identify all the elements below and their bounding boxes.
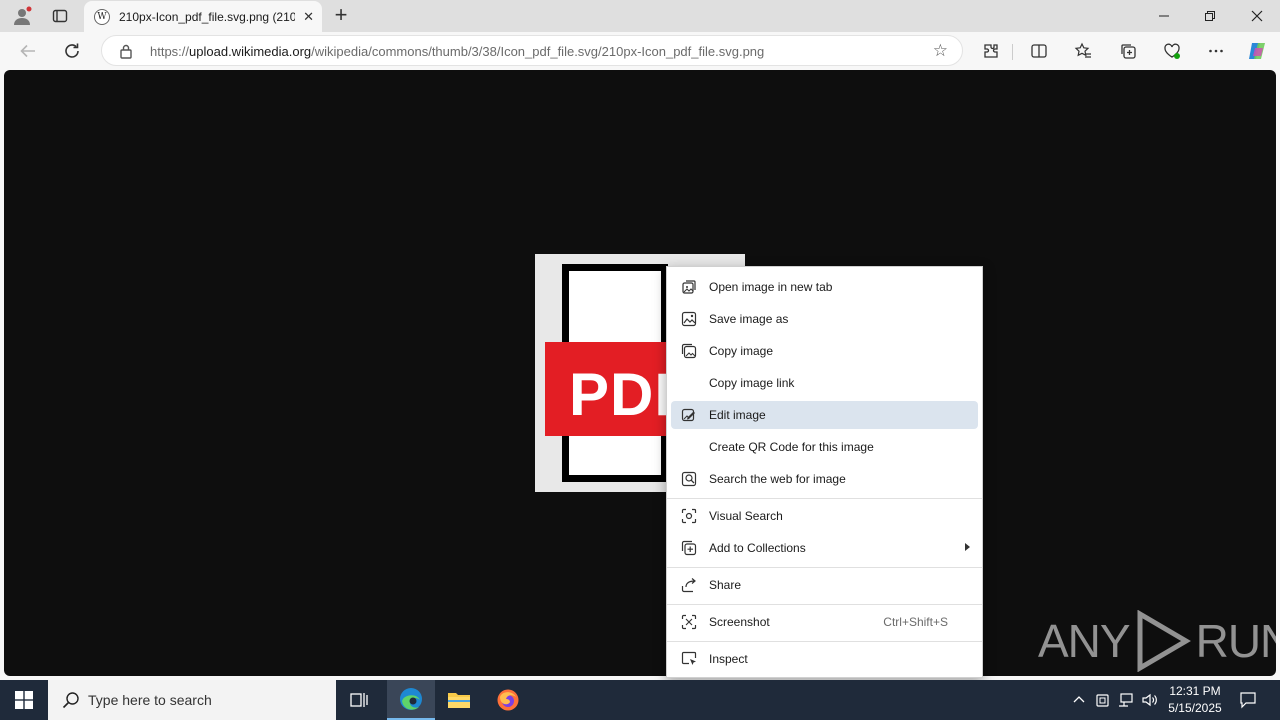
lock-icon[interactable] (119, 43, 133, 62)
edge-taskbar-icon[interactable] (387, 680, 435, 720)
menu-label: Screenshot (709, 615, 770, 629)
file-explorer-icon[interactable] (435, 680, 483, 720)
menu-separator (667, 567, 982, 568)
menu-save-image-as[interactable]: Save image as (671, 305, 978, 333)
menu-edit-image[interactable]: Edit image (671, 401, 978, 429)
volume-icon[interactable] (1139, 680, 1161, 720)
tab-close-icon[interactable]: ✕ (303, 9, 314, 25)
profile-icon[interactable] (11, 5, 33, 27)
network-icon[interactable] (1115, 680, 1137, 720)
submenu-arrow-icon (965, 543, 970, 551)
inspect-icon (681, 651, 697, 667)
restore-button[interactable] (1187, 0, 1233, 32)
menu-copy-image-link[interactable]: Copy image link (671, 369, 978, 397)
watermark-right: RUN (1195, 615, 1280, 667)
taskbar: Type here to search 12:31 PM 5/15/2025 (0, 680, 1280, 720)
meet-now-icon[interactable] (1092, 680, 1114, 720)
menu-visual-search[interactable]: Visual Search (671, 502, 978, 530)
favorite-star-icon[interactable]: ☆ (933, 41, 948, 61)
collections-icon (681, 540, 697, 556)
watermark-left: ANY (1038, 615, 1131, 667)
collections-toolbar-icon[interactable] (1117, 40, 1139, 62)
search-web-image-icon (681, 471, 697, 487)
refresh-button[interactable] (60, 40, 84, 62)
task-view-icon[interactable] (336, 680, 384, 720)
address-bar[interactable]: https://upload.wikimedia.org/wikipedia/c… (101, 35, 963, 66)
tab-active[interactable]: W 210px-Icon_pdf_file.svg.png (210 ✕ (84, 1, 322, 32)
taskbar-search-box[interactable]: Type here to search (48, 680, 336, 720)
url-prefix: https:// (150, 44, 190, 59)
back-button[interactable] (16, 40, 40, 62)
open-new-tab-icon (681, 279, 697, 295)
firefox-icon[interactable] (484, 680, 532, 720)
menu-screenshot[interactable]: Screenshot Ctrl+Shift+S (671, 608, 978, 636)
system-clock[interactable]: 12:31 PM 5/15/2025 (1160, 683, 1230, 717)
context-menu: Open image in new tab Save image as Copy… (666, 266, 983, 678)
search-placeholder: Type here to search (88, 692, 212, 708)
menu-label: Copy image link (709, 376, 795, 390)
menu-add-to-collections[interactable]: Add to Collections (671, 534, 978, 562)
menu-create-qr-code[interactable]: Create QR Code for this image (671, 433, 978, 461)
clock-date: 5/15/2025 (1168, 701, 1222, 715)
share-icon (681, 577, 697, 593)
menu-label: Visual Search (709, 509, 783, 523)
menu-separator (667, 604, 982, 605)
watermark-play-icon (1137, 610, 1191, 672)
screenshot-icon (681, 614, 697, 630)
url-host: upload.wikimedia.org (189, 44, 312, 59)
extensions-icon[interactable] (980, 40, 1002, 62)
navigation-bar: https://upload.wikimedia.org/wikipedia/c… (0, 32, 1280, 70)
save-image-icon (681, 311, 697, 327)
menu-label: Create QR Code for this image (709, 440, 874, 454)
wikimedia-favicon-icon: W (94, 8, 110, 25)
menu-shortcut: Ctrl+Shift+S (883, 615, 948, 629)
notifications-icon[interactable] (1236, 680, 1260, 720)
menu-label: Save image as (709, 312, 789, 326)
menu-separator (667, 498, 982, 499)
menu-label: Edit image (709, 408, 766, 422)
menu-open-image-new-tab[interactable]: Open image in new tab (671, 273, 978, 301)
menu-separator (667, 641, 982, 642)
url-text: https://upload.wikimedia.org/wikipedia/c… (150, 44, 764, 59)
toolbar-divider (1012, 44, 1013, 60)
page-viewport[interactable]: PDF (4, 70, 1276, 676)
visual-search-icon (681, 508, 697, 524)
more-menu-icon[interactable] (1205, 40, 1227, 62)
url-path: /wikipedia/commons/thumb/3/38/Icon_pdf_f… (311, 44, 765, 59)
favorites-icon[interactable] (1072, 40, 1094, 62)
edit-image-icon (681, 407, 697, 423)
search-icon (62, 692, 79, 709)
tab-actions-icon[interactable] (49, 5, 71, 27)
menu-copy-image[interactable]: Copy image (671, 337, 978, 365)
menu-share[interactable]: Share (671, 571, 978, 599)
copy-image-icon (681, 343, 697, 359)
menu-search-web-for-image[interactable]: Search the web for image (671, 465, 978, 493)
menu-label: Share (709, 578, 742, 592)
minimize-button[interactable] (1141, 0, 1187, 32)
menu-label: Inspect (709, 652, 748, 666)
copilot-icon[interactable] (1246, 40, 1268, 62)
new-tab-button[interactable]: + (330, 4, 352, 26)
clock-time: 12:31 PM (1169, 684, 1221, 698)
show-hidden-icons-icon[interactable] (1068, 680, 1090, 720)
browser-essentials-icon[interactable] (1161, 40, 1183, 62)
tab-title: 210px-Icon_pdf_file.svg.png (210 (119, 9, 295, 24)
menu-label: Copy image (709, 344, 774, 358)
menu-inspect[interactable]: Inspect (671, 645, 978, 673)
menu-label: Add to Collections (709, 541, 806, 555)
title-bar: W 210px-Icon_pdf_file.svg.png (210 ✕ + (0, 0, 1280, 32)
windows-start-icon[interactable] (0, 680, 48, 720)
menu-label: Open image in new tab (709, 280, 833, 294)
close-window-button[interactable] (1234, 0, 1280, 32)
menu-label: Search the web for image (709, 472, 846, 486)
anyrun-watermark: ANY RUN (1038, 610, 1280, 672)
split-screen-icon[interactable] (1028, 40, 1050, 62)
